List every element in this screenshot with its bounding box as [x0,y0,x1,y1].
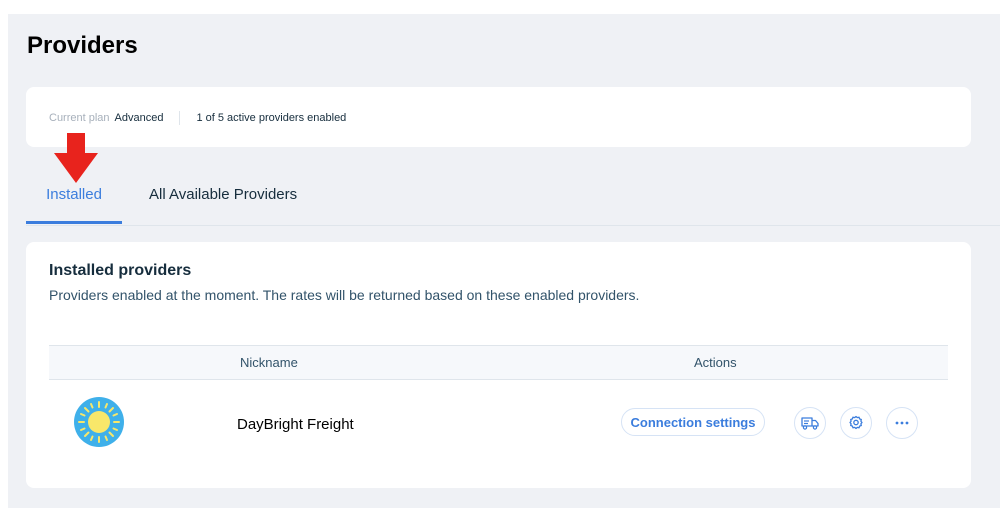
column-header-actions: Actions [694,355,737,370]
tab-bar: Installed All Available Providers [26,170,1000,226]
truck-icon[interactable] [794,407,826,439]
page-title: Providers [27,32,138,59]
tab-installed[interactable]: Installed [26,170,122,224]
plan-value: Advanced [114,112,164,124]
installed-providers-card: Installed providers Providers enabled at… [26,242,971,488]
gear-icon[interactable] [840,407,872,439]
provider-nickname: DayBright Freight [237,416,354,433]
table-header: Nickname Actions [49,345,948,380]
sun-icon [74,397,124,447]
section-title: Installed providers [49,262,192,279]
plan-label: Current plan [49,112,110,124]
providers-status: 1 of 5 active providers enabled [196,112,347,124]
section-description: Providers enabled at the moment. The rat… [49,287,640,303]
plan-divider [179,111,181,125]
column-header-nickname: Nickname [240,355,298,370]
table-row: DayBright Freight Connection settings [49,379,948,469]
more-icon[interactable] [886,407,918,439]
plan-card: Current plan Advanced 1 of 5 active prov… [26,87,971,147]
tab-all-available-providers[interactable]: All Available Providers [149,170,297,224]
plan-info: Current plan Advanced 1 of 5 active prov… [49,111,346,125]
connection-settings-button[interactable]: Connection settings [621,408,765,436]
